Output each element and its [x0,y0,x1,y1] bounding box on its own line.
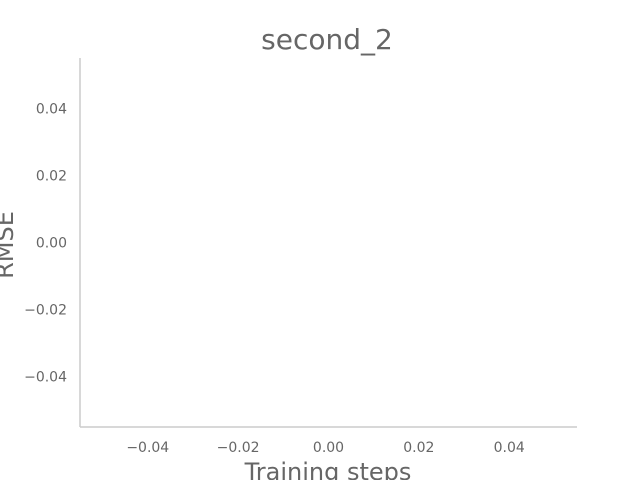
y-tick-label: 0.02 [36,168,67,184]
chart: second_2 −0.04 −0.02 0.00 0.02 0.04 −0.04−0.… [0,23,577,480]
y-tick-label: 0.00 [36,236,67,252]
x-tick-label: 0.00 [313,440,344,456]
x-tick-label: 0.02 [403,440,434,456]
x-tick-labels: −0.04 −0.02 0.00 0.02 0.04 [126,440,525,456]
x-axis-label: Training steps [244,458,412,480]
x-tick-label: −0.04 [126,440,169,456]
y-tick-label: −0.04 [24,370,67,386]
y-tick-labels: −0.04 −0.02 0.00 0.02 0.04 [24,101,67,385]
x-tick-label: −0.02 [217,440,260,456]
chart-title: second_2 [261,23,393,56]
y-tick-label: −0.02 [24,303,67,319]
y-tick-label: 0.04 [36,101,67,117]
x-tick-label: 0.04 [494,440,525,456]
y-axis-label: RMSE [0,211,19,279]
